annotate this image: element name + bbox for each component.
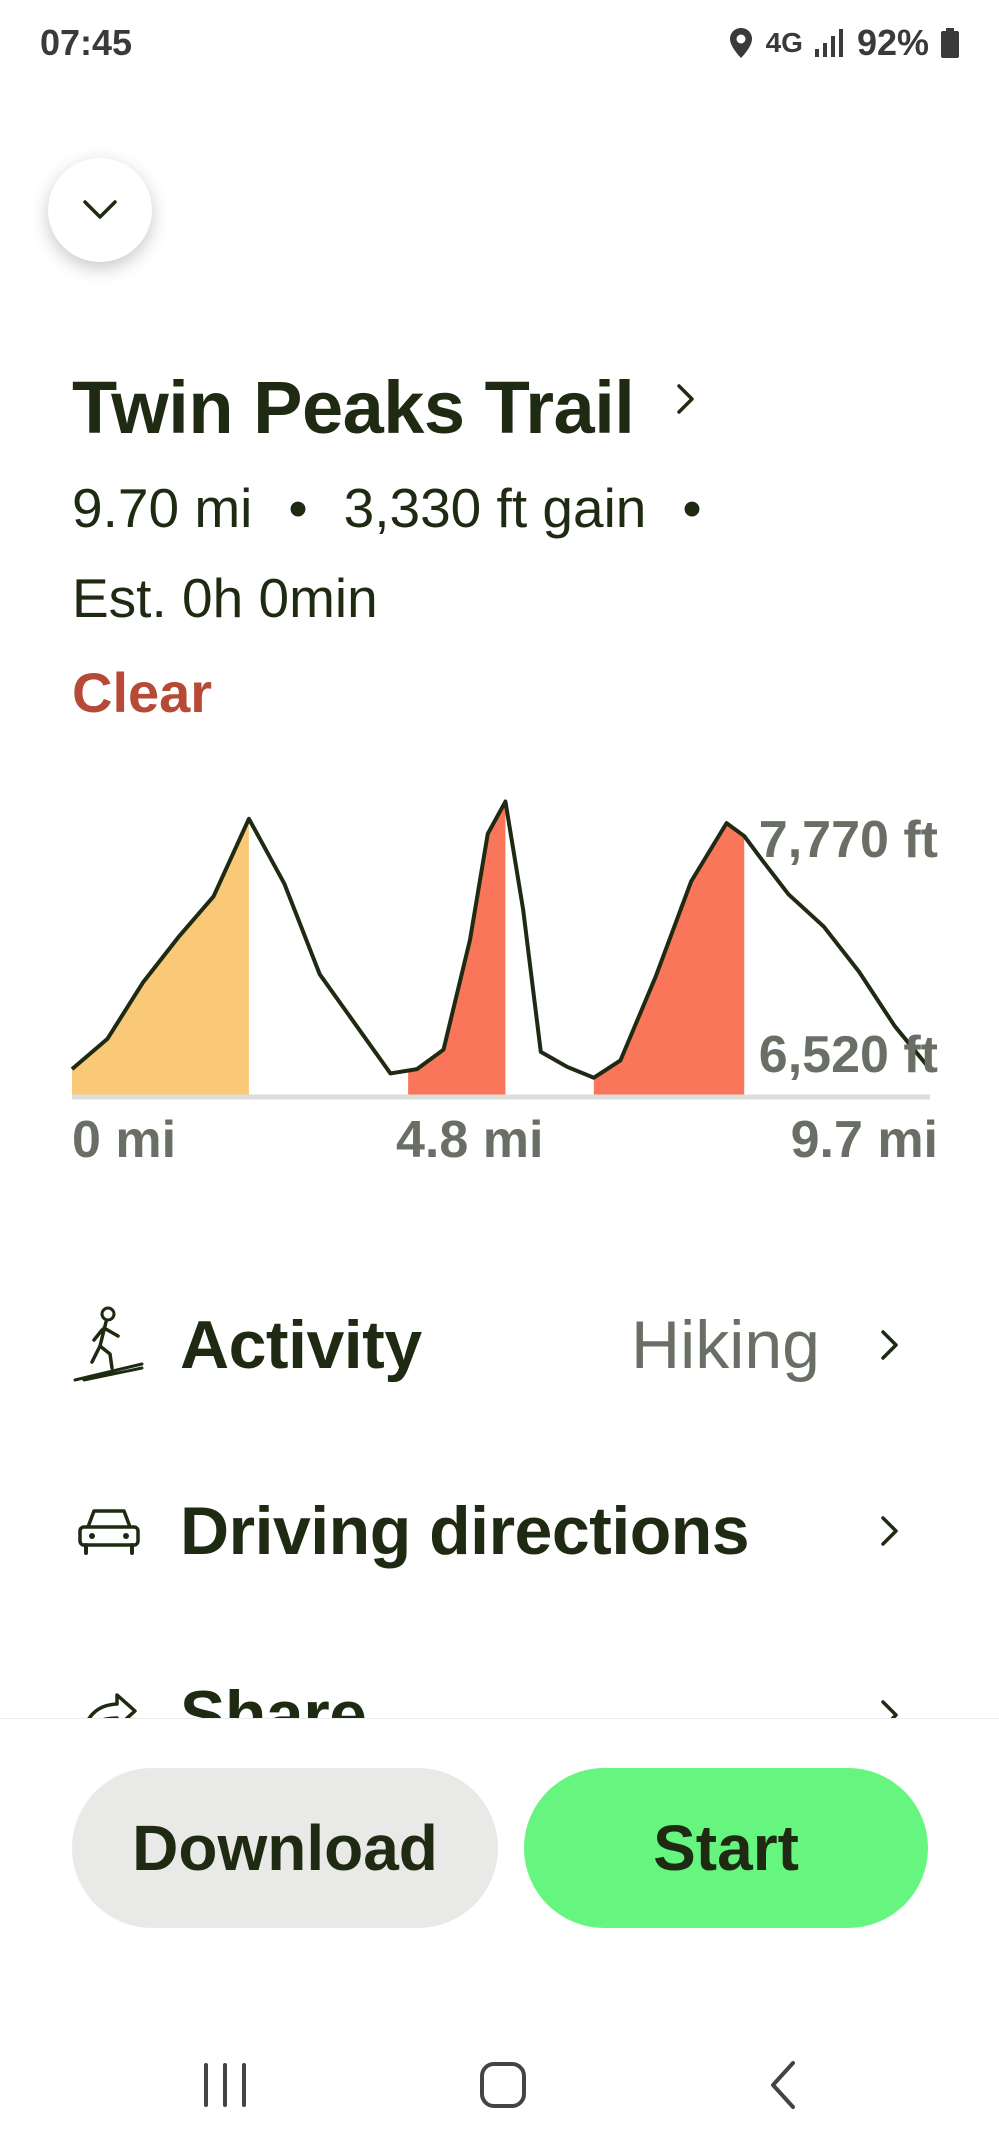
back-icon	[771, 2061, 795, 2109]
trail-estimate: Est. 0h 0min	[72, 567, 378, 629]
row-label-activity: Activity	[180, 1307, 422, 1383]
hiking-icon	[70, 1306, 148, 1384]
trail-gain: 3,330 ft gain	[343, 477, 647, 539]
status-bar: 07:45 4G 92%	[0, 0, 999, 90]
car-icon	[70, 1492, 148, 1570]
home-icon	[480, 2062, 526, 2108]
elevation-chart[interactable]: 7,770 ft 6,520 ft 0 mi 4.8 mi 9.7 mi	[60, 790, 940, 1180]
network-label: 4G	[765, 27, 803, 58]
signal-icon	[814, 29, 843, 57]
elevation-segment-2	[408, 801, 506, 1095]
recent-apps-button[interactable]	[190, 2050, 260, 2120]
status-indicators: 4G 92%	[728, 22, 959, 64]
x-tick-label-start: 0 mi	[72, 1111, 177, 1169]
trail-distance: 9.70 mi	[72, 477, 253, 539]
chevron-right-icon	[881, 1330, 898, 1360]
download-button[interactable]: Download	[72, 1768, 498, 1928]
collapse-button[interactable]	[48, 158, 152, 262]
elevation-max-label: 7,770 ft	[758, 811, 938, 869]
elevation-min-label: 6,520 ft	[758, 1026, 938, 1084]
back-button[interactable]	[748, 2050, 818, 2120]
chevron-right-icon	[881, 1516, 898, 1546]
row-label-driving-directions: Driving directions	[180, 1493, 750, 1569]
trail-condition: Clear	[72, 661, 213, 724]
trail-title-link[interactable]: Twin Peaks Trail	[72, 365, 696, 450]
elevation-segment-3	[593, 823, 745, 1095]
battery-percent: 92%	[856, 22, 929, 63]
recent-apps-icon	[204, 2063, 246, 2107]
row-value-activity: Hiking	[631, 1307, 820, 1383]
trail-title: Twin Peaks Trail	[72, 366, 635, 449]
home-button[interactable]	[468, 2050, 538, 2120]
x-tick-label-mid: 4.8 mi	[396, 1111, 544, 1169]
start-button[interactable]: Start	[524, 1768, 928, 1928]
battery-icon	[941, 28, 959, 58]
chevron-down-icon	[83, 200, 117, 219]
trail-stats: 9.70 mi • 3,330 ft gain •	[72, 476, 738, 540]
system-nav-bar	[0, 2030, 999, 2144]
activity-row[interactable]: Activity Hiking	[70, 1290, 930, 1400]
x-tick-label-end: 9.7 mi	[790, 1111, 938, 1169]
driving-directions-row[interactable]: Driving directions	[70, 1476, 930, 1586]
chevron-right-icon	[677, 383, 695, 414]
separator-dot: •	[288, 477, 308, 539]
status-time: 07:45	[40, 22, 133, 63]
location-icon	[729, 28, 752, 58]
separator-dot: •	[682, 477, 702, 539]
